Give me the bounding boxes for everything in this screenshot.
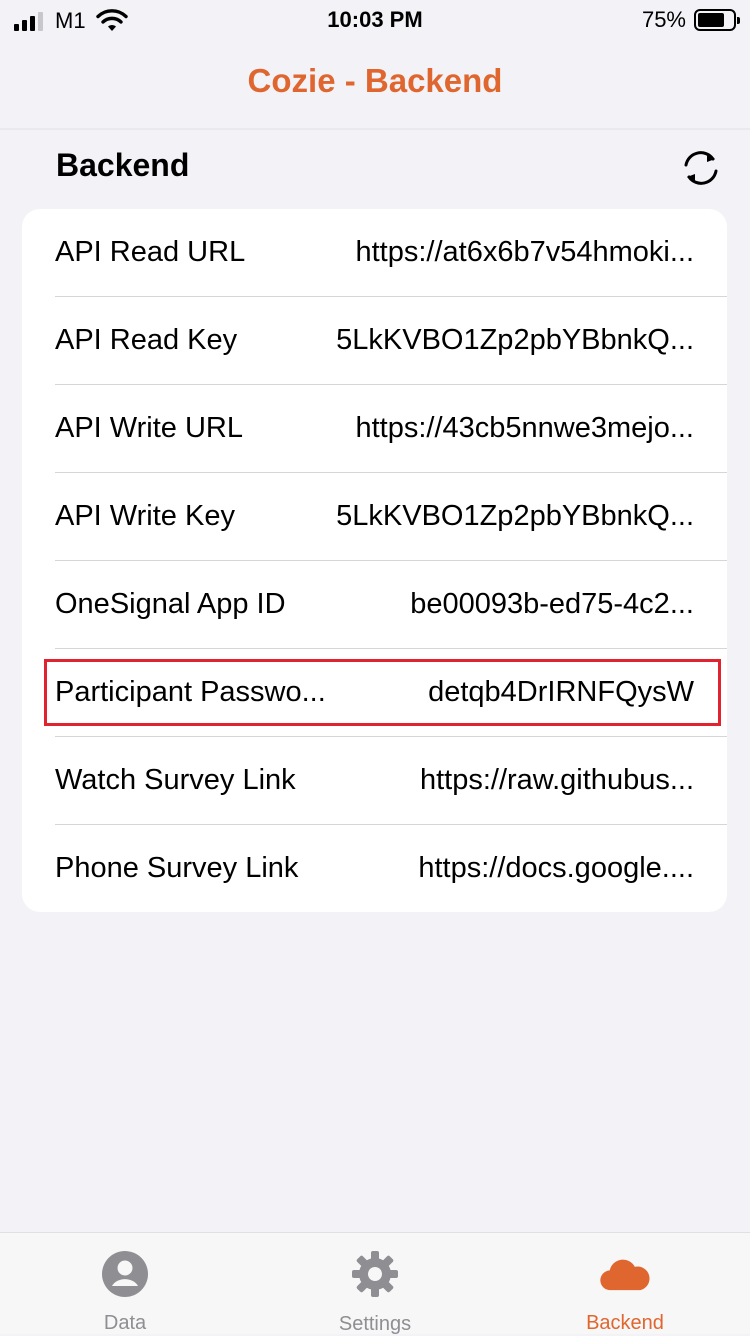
refresh-button[interactable] bbox=[678, 146, 724, 190]
row-phone-survey-link[interactable]: Phone Survey Link https://docs.google...… bbox=[22, 825, 727, 912]
tab-data[interactable]: Data bbox=[0, 1233, 250, 1335]
row-api-read-key[interactable]: API Read Key 5LkKVBO1Zp2pbYBbnkQ... bbox=[22, 297, 727, 385]
tab-backend[interactable]: Backend bbox=[500, 1233, 750, 1335]
row-label: API Write URL bbox=[55, 412, 243, 445]
nav-divider bbox=[0, 128, 750, 130]
battery-icon bbox=[694, 9, 736, 31]
row-value: be00093b-ed75-4c2... bbox=[354, 588, 694, 621]
battery-fill bbox=[698, 13, 724, 27]
row-watch-survey-link[interactable]: Watch Survey Link https://raw.githubus..… bbox=[22, 737, 727, 825]
backend-settings-list: API Read URL https://at6x6b7v54hmoki... … bbox=[22, 209, 727, 912]
person-circle-icon bbox=[99, 1249, 151, 1298]
row-onesignal-app-id[interactable]: OneSignal App ID be00093b-ed75-4c2... bbox=[22, 561, 727, 649]
tab-label: Settings bbox=[339, 1313, 411, 1336]
row-value: https://docs.google.... bbox=[374, 852, 694, 885]
row-api-write-url[interactable]: API Write URL https://43cb5nnwe3mejo... bbox=[22, 385, 727, 473]
status-bar: M1 10:03 PM 75% bbox=[0, 0, 750, 40]
row-value: https://at6x6b7v54hmoki... bbox=[304, 236, 694, 269]
tab-label: Backend bbox=[586, 1312, 664, 1335]
row-label: API Read URL bbox=[55, 236, 245, 269]
gear-icon bbox=[349, 1249, 401, 1299]
status-time: 10:03 PM bbox=[0, 7, 750, 33]
battery-percent: 75% bbox=[642, 7, 686, 33]
section-title: Backend bbox=[56, 147, 189, 184]
tab-label: Data bbox=[104, 1312, 146, 1335]
row-label: Phone Survey Link bbox=[55, 852, 298, 885]
row-value: 5LkKVBO1Zp2pbYBbnkQ... bbox=[304, 324, 694, 357]
row-value: 5LkKVBO1Zp2pbYBbnkQ... bbox=[304, 500, 694, 533]
row-label: Watch Survey Link bbox=[55, 764, 296, 797]
row-label: API Write Key bbox=[55, 500, 235, 533]
status-right: 75% bbox=[642, 7, 736, 33]
refresh-icon bbox=[680, 148, 722, 188]
row-value: https://raw.githubus... bbox=[374, 764, 694, 797]
tab-bar: Data Settings bbox=[0, 1232, 750, 1334]
row-value: https://43cb5nnwe3mejo... bbox=[304, 412, 694, 445]
row-api-write-key[interactable]: API Write Key 5LkKVBO1Zp2pbYBbnkQ... bbox=[22, 473, 727, 561]
nav-title: Cozie - Backend bbox=[0, 62, 750, 100]
highlight-box bbox=[44, 659, 721, 726]
row-label: OneSignal App ID bbox=[55, 588, 286, 621]
cloud-icon bbox=[599, 1249, 651, 1298]
row-label: API Read Key bbox=[55, 324, 237, 357]
row-api-read-url[interactable]: API Read URL https://at6x6b7v54hmoki... bbox=[22, 209, 727, 297]
tab-settings[interactable]: Settings bbox=[250, 1233, 500, 1335]
